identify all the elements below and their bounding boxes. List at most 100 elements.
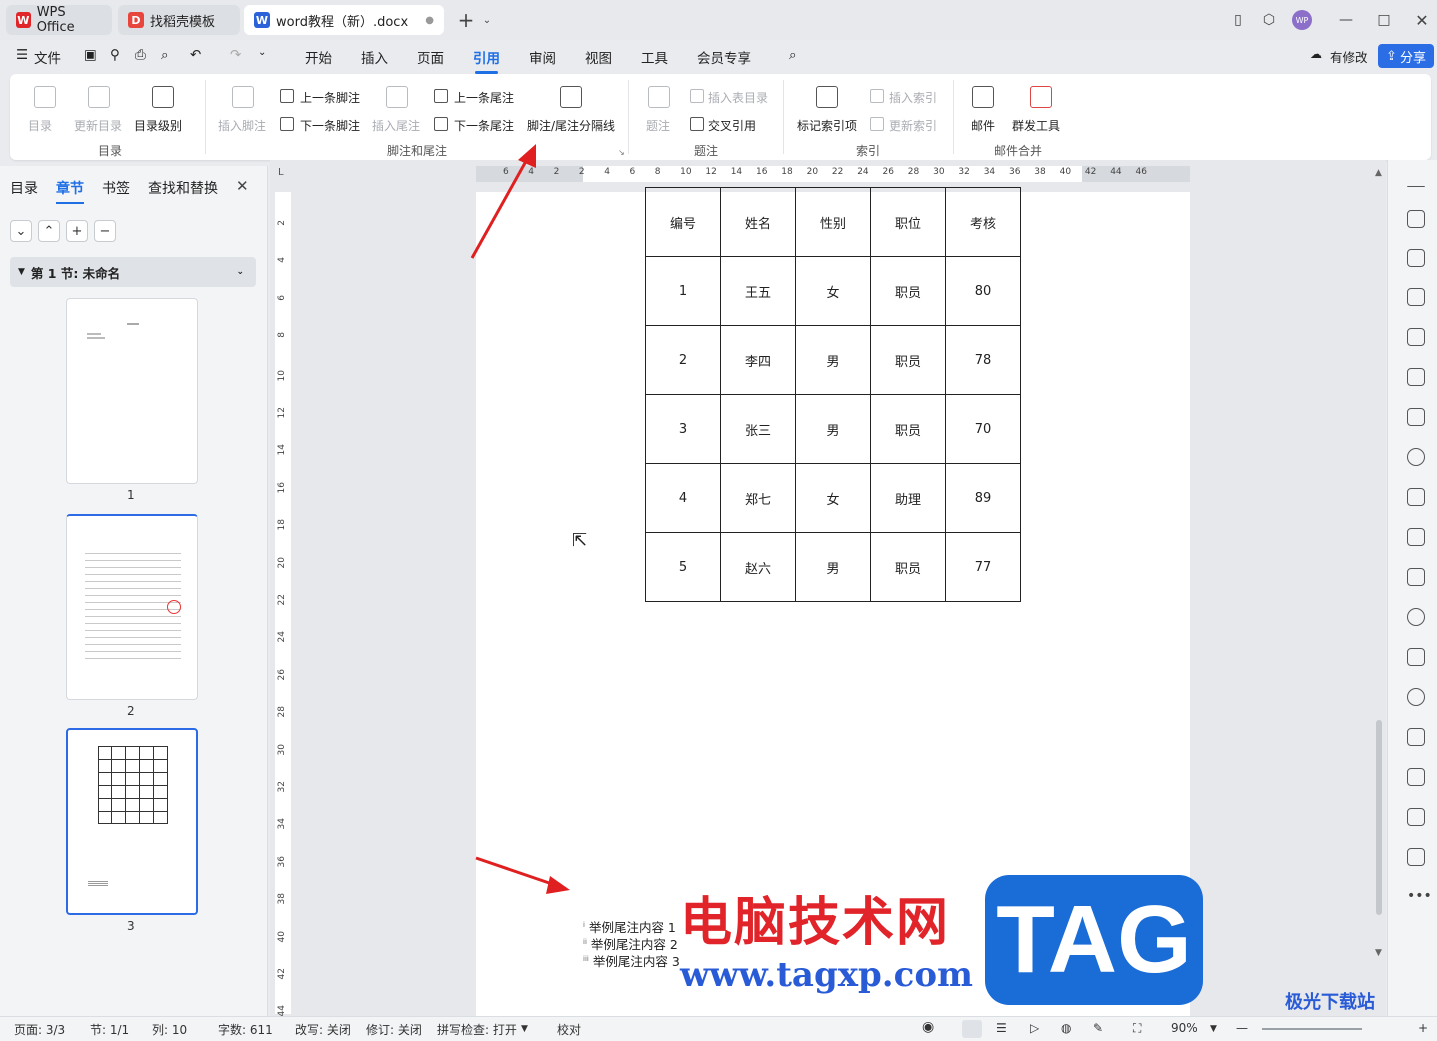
menu-icon[interactable]: ☰ bbox=[16, 47, 28, 63]
chevron-down-icon[interactable]: ⌄ bbox=[477, 10, 497, 30]
table-header-cell[interactable]: 姓名 bbox=[720, 187, 796, 257]
word-count[interactable]: 字数: 611 bbox=[218, 1021, 273, 1038]
remove-section-icon[interactable]: − bbox=[94, 220, 116, 242]
pen-icon[interactable] bbox=[1407, 210, 1425, 228]
omega-icon[interactable] bbox=[1407, 608, 1425, 626]
table-cell[interactable]: 70 bbox=[945, 394, 1021, 464]
table-header-cell[interactable]: 职位 bbox=[870, 187, 946, 257]
scroll-up-icon[interactable]: ▲ bbox=[1375, 168, 1382, 178]
code-icon[interactable] bbox=[1407, 528, 1425, 546]
chevron-down-icon[interactable]: ⌄ bbox=[258, 47, 266, 58]
tab-sections[interactable]: 章节 bbox=[56, 178, 84, 204]
revision-toggle[interactable]: 修订: 关闭 bbox=[366, 1021, 422, 1038]
table-cell[interactable]: 张三 bbox=[720, 394, 796, 464]
column-indicator[interactable]: 列: 10 bbox=[152, 1021, 187, 1038]
insert-endnote-button[interactable]: 插入尾注 bbox=[372, 117, 420, 134]
tools-icon[interactable] bbox=[1407, 368, 1425, 386]
table-header-cell[interactable]: 编号 bbox=[645, 187, 721, 257]
close-box-icon[interactable] bbox=[1407, 768, 1425, 786]
chevron-down-icon[interactable]: ▼ bbox=[1210, 1024, 1217, 1034]
table-cell[interactable]: 女 bbox=[795, 463, 871, 533]
box-icon[interactable]: ⬡ bbox=[1259, 10, 1279, 30]
update-index-button[interactable]: 更新索引 bbox=[889, 117, 937, 134]
menu-view[interactable]: 视图 bbox=[585, 47, 612, 67]
list-icon[interactable] bbox=[1407, 568, 1425, 586]
table-cell[interactable]: 89 bbox=[945, 463, 1021, 533]
data-table[interactable]: 编号 姓名 性别 职位 考核 1 王五 女 职员 80 2 李四 男 职员 78… bbox=[645, 187, 1021, 602]
save-icon[interactable]: ▣ bbox=[84, 47, 97, 63]
page-thumbnail-3[interactable] bbox=[66, 728, 198, 915]
menu-tools[interactable]: 工具 bbox=[641, 47, 668, 67]
chevron-down-icon[interactable]: ⌄ bbox=[236, 267, 244, 277]
menu-page[interactable]: 页面 bbox=[417, 47, 444, 67]
file-menu[interactable]: 文件 bbox=[34, 47, 61, 67]
history-icon[interactable] bbox=[1407, 688, 1425, 706]
table-cell[interactable]: 女 bbox=[795, 256, 871, 326]
menu-home[interactable]: 开始 bbox=[305, 47, 332, 67]
redo-icon[interactable]: ↷ bbox=[230, 47, 241, 63]
pen-view-icon[interactable]: ✎ bbox=[1093, 1021, 1103, 1035]
layout-icon[interactable]: ▯ bbox=[1228, 10, 1248, 30]
lock-icon[interactable] bbox=[1407, 488, 1425, 506]
section-indicator[interactable]: 节: 1/1 bbox=[90, 1021, 129, 1038]
table-cell[interactable]: 李四 bbox=[720, 325, 796, 395]
mass-mail-tool-button[interactable]: 群发工具 bbox=[1012, 117, 1060, 134]
table-cell[interactable]: 3 bbox=[645, 394, 721, 464]
next-footnote-button[interactable]: 下一条脚注 bbox=[300, 117, 360, 134]
play-icon[interactable]: ▷ bbox=[1030, 1021, 1039, 1035]
proofread-button[interactable]: 校对 bbox=[557, 1021, 581, 1038]
maximize-icon[interactable]: □ bbox=[1374, 10, 1394, 30]
page-indicator[interactable]: 页面: 3/3 bbox=[14, 1021, 65, 1038]
new-tab-icon[interactable]: + bbox=[456, 8, 476, 32]
zoom-slider[interactable] bbox=[1262, 1028, 1362, 1030]
collapse-icon[interactable] bbox=[1407, 186, 1425, 188]
help-icon[interactable] bbox=[1407, 448, 1425, 466]
print-preview-icon[interactable]: ⌕ bbox=[161, 47, 169, 63]
table-cell[interactable]: 赵六 bbox=[720, 532, 796, 602]
tab-stop-icon[interactable]: L bbox=[278, 167, 284, 178]
insert-index-button[interactable]: 插入索引 bbox=[889, 89, 937, 106]
book-icon[interactable] bbox=[1407, 408, 1425, 426]
more-icon[interactable]: ••• bbox=[1407, 888, 1432, 904]
folder-star-icon[interactable] bbox=[1407, 728, 1425, 746]
page-thumbnail-2[interactable] bbox=[66, 514, 198, 700]
table-cell[interactable]: 77 bbox=[945, 532, 1021, 602]
overwrite-toggle[interactable]: 改写: 关闭 bbox=[295, 1021, 351, 1038]
table-cell[interactable]: 男 bbox=[795, 532, 871, 602]
tab-find-replace[interactable]: 查找和替换 bbox=[148, 178, 218, 198]
fit-page-icon[interactable]: ⛶ bbox=[1133, 1021, 1141, 1036]
zoom-level[interactable]: 90% bbox=[1171, 1021, 1198, 1035]
caption-button[interactable]: 题注 bbox=[646, 117, 670, 134]
table-cell[interactable]: 80 bbox=[945, 256, 1021, 326]
insert-table-toc-button[interactable]: 插入表目录 bbox=[708, 89, 768, 106]
print-icon[interactable]: ⎙ bbox=[135, 47, 146, 63]
table-header-cell[interactable]: 性别 bbox=[795, 187, 871, 257]
table-cell[interactable]: 助理 bbox=[870, 463, 946, 533]
mark-index-button[interactable]: 标记索引项 bbox=[797, 117, 857, 134]
menu-references[interactable]: 引用 bbox=[473, 47, 500, 74]
adjust-icon[interactable] bbox=[1407, 288, 1425, 306]
tab-document[interactable]: W word教程（新）.docx ● bbox=[244, 5, 444, 35]
table-cell[interactable]: 2 bbox=[645, 325, 721, 395]
tab-bookmarks[interactable]: 书签 bbox=[102, 178, 130, 198]
table-cell[interactable]: 男 bbox=[795, 394, 871, 464]
prev-endnote-button[interactable]: 上一条尾注 bbox=[454, 89, 514, 106]
zoom-in-icon[interactable]: + bbox=[1418, 1021, 1428, 1035]
tab-toc[interactable]: 目录 bbox=[10, 178, 38, 198]
next-endnote-button[interactable]: 下一条尾注 bbox=[454, 117, 514, 134]
unsaved-dot-icon[interactable]: ● bbox=[425, 15, 434, 26]
select-icon[interactable] bbox=[1407, 249, 1425, 267]
spell-check-toggle[interactable]: 拼写检查: 打开 bbox=[437, 1021, 517, 1038]
ai-write-icon[interactable] bbox=[1407, 328, 1425, 346]
table-cell[interactable]: 王五 bbox=[720, 256, 796, 326]
table-cell[interactable]: 职员 bbox=[870, 256, 946, 326]
horizontal-ruler[interactable]: 6 4 2 2 4 6 8 10 12 14 16 18 20 22 24 26 28 30 32 34 36 38 40 4… bbox=[476, 166, 1190, 182]
search-icon[interactable]: ⌕ bbox=[789, 47, 797, 63]
vertical-scrollbar[interactable] bbox=[1376, 720, 1382, 915]
scroll-down-icon[interactable]: ▼ bbox=[1375, 948, 1382, 958]
collapse-up-icon[interactable]: ⌃ bbox=[38, 220, 60, 242]
table-header-cell[interactable]: 考核 bbox=[945, 187, 1021, 257]
page-view-icon[interactable] bbox=[962, 1020, 982, 1038]
expand-down-icon[interactable]: ⌄ bbox=[10, 220, 32, 242]
zoom-out-icon[interactable]: — bbox=[1236, 1021, 1248, 1035]
